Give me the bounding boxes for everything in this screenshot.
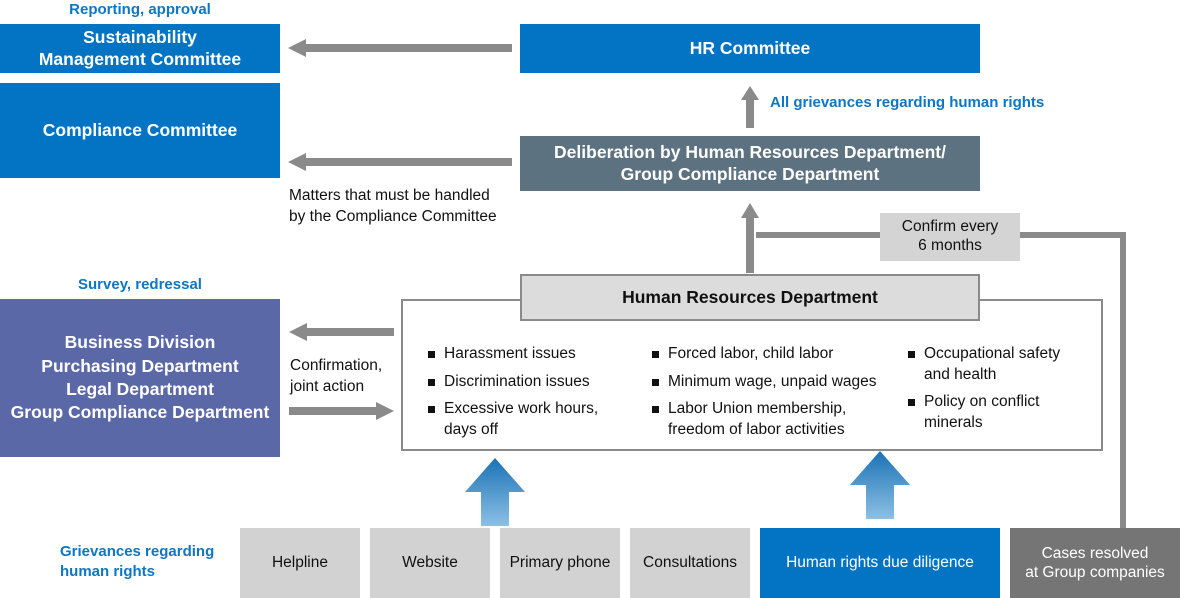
label-survey-redressal: Survey, redressal [78,276,202,293]
channel-cases-resolved[interactable]: Cases resolved at Group companies [1010,528,1180,598]
bullet-item: Minimum wage, unpaid wages [652,372,902,393]
arrow-deliberation-to-compliance [288,153,512,171]
department-item: Purchasing Department [41,355,239,376]
department-item: Legal Department [66,379,214,399]
channel-label: Helpline [271,553,328,571]
channel-primary-phone[interactable]: Primary phone [500,528,620,598]
channel-label-line-2: at Group companies [1025,564,1165,581]
confirmation-line-1: Confirmation, [290,357,383,374]
department-item: Group Compliance Department [10,402,270,423]
compliance-committee-label: Compliance Committee [42,119,238,140]
box-compliance-committee[interactable]: Compliance Committee [0,83,280,178]
channel-label: Human rights due diligence [786,553,974,571]
confirm-line-1: Confirm every [901,218,999,236]
matters-line-2: by the Compliance Committee [289,207,497,225]
arrow-hr-to-sustainability [288,39,512,57]
bullet-item: Harassment issues [428,344,648,365]
channel-human-rights-due-diligence[interactable]: Human rights due diligence [760,528,1000,598]
bullet-item: Labor Union membership, freedom of labor… [652,399,902,440]
grievances-line-2: human rights [60,562,156,580]
bullet-column-3: Occupational safety and health Policy on… [908,344,1088,440]
channel-label: Consultations [643,553,737,571]
arrow-deliberation-to-hr-committee [741,86,759,128]
label-reporting-approval: Reporting, approval [69,1,211,18]
channel-helpline[interactable]: Helpline [240,528,360,598]
box-sustainability-management-committee[interactable]: Sustainability Management Committee [0,24,280,73]
box-hr-committee[interactable]: HR Committee [520,24,980,73]
deliberation-line-1: Deliberation by Human Resources Departme… [554,142,946,163]
sustainability-line-2: Management Committee [38,48,242,69]
label-grievances-human-rights: Grievances regarding human rights [60,542,270,581]
department-item: Business Division [64,332,216,353]
bullet-column-1: Harassment issues Discrimination issues … [428,344,648,447]
hr-committee-label: HR Committee [689,37,811,58]
arrow-joint-action-right [289,402,394,420]
bullet-item: Excessive work hours, days off [428,399,648,440]
box-departments[interactable]: Business Division Purchasing Department … [0,299,280,457]
channel-label: Primary phone [509,553,611,571]
channel-label: Website [402,553,458,571]
bullet-item: Forced labor, child labor [652,344,902,365]
channel-consultations[interactable]: Consultations [630,528,750,598]
arrow-confirmation-left [289,323,394,341]
label-all-grievances: All grievances regarding human rights [770,94,1045,111]
bullet-column-2: Forced labor, child labor Minimum wage, … [652,344,902,447]
connector-confirm-vertical [1120,232,1126,529]
bullet-item: Discrimination issues [428,372,648,393]
label-matters-compliance: Matters that must be handled by the Comp… [289,186,539,228]
blue-arrow-due-diligence-to-hr [850,451,910,519]
arrow-hr-dept-to-deliberation [741,203,759,273]
blue-arrow-helpline-to-hr [465,458,525,526]
hr-department-label: Human Resources Department [622,286,878,307]
box-confirm-every-6-months[interactable]: Confirm every 6 months [880,213,1020,261]
confirmation-line-2: joint action [290,377,365,395]
deliberation-line-2: Group Compliance Department [620,163,880,184]
label-confirmation-joint-action: Confirmation, joint action [290,356,410,398]
confirm-line-2: 6 months [918,237,982,254]
channel-label-line-1: Cases resolved [1041,544,1149,562]
bullet-item: Occupational safety and health [908,344,1088,385]
matters-line-1: Matters that must be handled [289,187,490,204]
bullet-item: Policy on conflict minerals [908,392,1088,433]
channel-website[interactable]: Website [370,528,490,598]
sustainability-line-1: Sustainability [83,27,197,48]
grievances-line-1: Grievances regarding [60,543,215,560]
box-deliberation[interactable]: Deliberation by Human Resources Departme… [520,136,980,191]
diagram-canvas: Reporting, approval Sustainability Manag… [0,0,1180,598]
box-human-resources-department[interactable]: Human Resources Department [520,274,980,321]
